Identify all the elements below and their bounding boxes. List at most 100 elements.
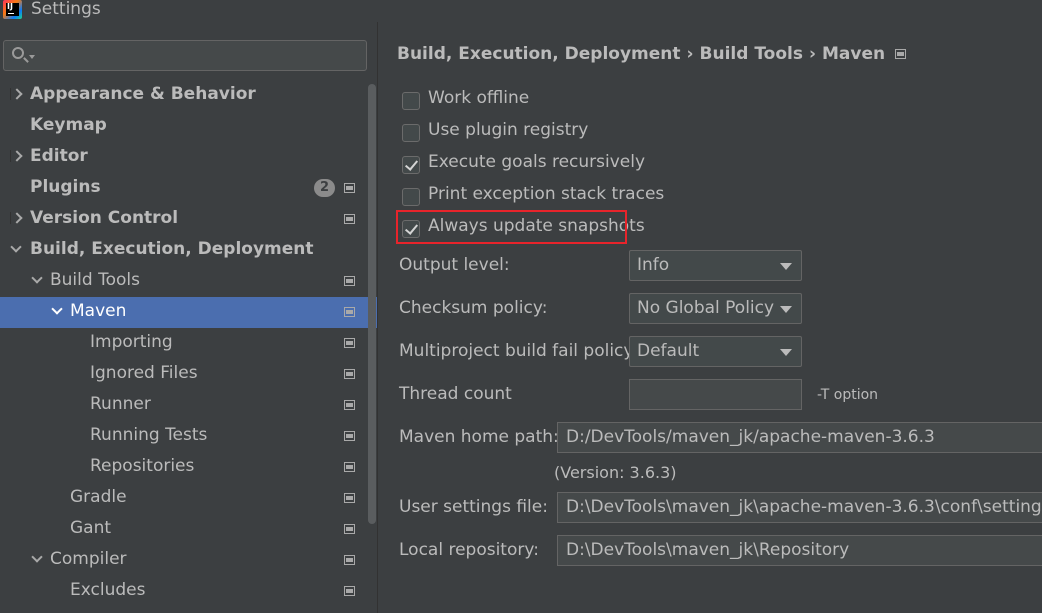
tree-item-label: Gant — [70, 518, 112, 538]
chevron-down-icon[interactable] — [31, 274, 43, 286]
project-scope-icon — [895, 49, 907, 59]
tree-item-repositories[interactable]: Repositories — [0, 452, 377, 483]
output-level-value: Info — [637, 255, 670, 275]
project-scope-icon — [344, 338, 355, 348]
tree-item-label: Build, Execution, Deployment — [30, 239, 314, 259]
breadcrumb-separator: › — [809, 44, 817, 64]
tree-item-label: Excludes — [70, 580, 146, 600]
tree-item-keymap[interactable]: Keymap — [0, 111, 377, 142]
tree-item-gant[interactable]: Gant — [0, 514, 377, 545]
output-level-select[interactable]: Info — [629, 250, 802, 281]
settings-sidebar: Appearance & Behavior Keymap Editor Plugins… — [0, 22, 377, 613]
output-level-label: Output level: — [399, 255, 510, 275]
user-settings-input[interactable]: D:\DevTools\maven_jk\apache-maven-3.6.3\… — [557, 492, 1042, 523]
maven-settings-panel: Build, Execution, Deployment › Build Tools… — [377, 22, 1042, 613]
tree-item-running-tests[interactable]: Running Tests — [0, 421, 377, 452]
annotation-highlight-box — [396, 210, 627, 244]
project-scope-icon — [344, 183, 355, 193]
tree-item-build-execution-deployment[interactable]: Build, Execution, Deployment — [0, 235, 377, 266]
tree-item-label: Running Tests — [90, 425, 208, 445]
user-settings-label: User settings file: — [399, 497, 548, 517]
tree-item-excludes[interactable]: Excludes — [0, 576, 377, 607]
work-offline-label: Work offline — [428, 88, 530, 108]
fail-policy-value: Default — [637, 341, 700, 361]
chevron-down-icon — [780, 349, 792, 356]
goals-recursive-checkbox[interactable] — [402, 156, 420, 174]
tree-item-appearance-behavior[interactable]: Appearance & Behavior — [0, 80, 377, 111]
thread-count-hint: -T option — [817, 387, 879, 403]
project-scope-icon — [344, 369, 355, 379]
project-scope-icon — [344, 524, 355, 534]
tree-item-label: Maven — [70, 301, 127, 321]
plugin-registry-label: Use plugin registry — [428, 120, 589, 140]
search-history-dropdown-icon[interactable] — [29, 55, 35, 59]
plugin-registry-checkbox[interactable] — [402, 124, 420, 142]
tree-item-label: Keymap — [30, 115, 107, 135]
tree-item-build-tools[interactable]: Build Tools — [0, 266, 377, 297]
chevron-down-icon[interactable] — [10, 243, 22, 255]
project-scope-icon — [344, 555, 355, 565]
thread-count-input[interactable] — [629, 379, 802, 410]
breadcrumb-build-execution: Build, Execution, Deployment — [397, 44, 681, 64]
fail-policy-label: Multiproject build fail policy: — [399, 341, 638, 361]
chevron-down-icon — [780, 306, 792, 313]
tree-item-label: Ignored Files — [90, 363, 198, 383]
maven-home-label: Maven home path: — [399, 427, 559, 447]
tree-item-label: Importing — [90, 332, 173, 352]
goals-recursive-label: Execute goals recursively — [428, 152, 646, 172]
print-exceptions-label: Print exception stack traces — [428, 184, 665, 204]
sidebar-scrollbar[interactable] — [368, 84, 376, 524]
project-scope-icon — [344, 400, 355, 410]
tree-item-importing[interactable]: Importing — [0, 328, 377, 359]
project-scope-icon — [344, 493, 355, 503]
chevron-down-icon[interactable] — [51, 305, 63, 317]
intellij-logo-icon: IJ — [3, 0, 22, 19]
print-exceptions-checkbox[interactable] — [402, 188, 420, 206]
tree-item-label: Version Control — [30, 208, 179, 228]
work-offline-checkbox[interactable] — [402, 92, 420, 110]
chevron-right-icon[interactable] — [10, 212, 22, 224]
checksum-policy-value: No Global Policy — [637, 298, 775, 318]
breadcrumb-build-tools: Build Tools — [699, 44, 803, 64]
tree-item-ignored-files[interactable]: Ignored Files — [0, 359, 377, 390]
tree-item-label: Build Tools — [50, 270, 140, 290]
project-scope-icon — [344, 276, 355, 286]
local-repository-input[interactable]: D:\DevTools\maven_jk\Repository — [557, 535, 1042, 566]
breadcrumb: Build, Execution, Deployment › Build Tools… — [397, 44, 907, 64]
project-scope-icon — [344, 214, 355, 224]
breadcrumb-separator: › — [686, 44, 694, 64]
project-scope-icon — [344, 431, 355, 441]
chevron-right-icon[interactable] — [10, 150, 22, 162]
tree-item-label: Editor — [30, 146, 88, 166]
tree-item-compiler[interactable]: Compiler — [0, 545, 377, 576]
chevron-down-icon — [780, 263, 792, 270]
chevron-down-icon[interactable] — [31, 553, 43, 565]
tree-item-label: Plugins — [30, 177, 101, 197]
tree-item-maven[interactable]: Maven — [0, 297, 377, 328]
user-settings-value: D:\DevTools\maven_jk\apache-maven-3.6.3\… — [566, 497, 1042, 517]
tree-item-version-control[interactable]: Version Control — [0, 204, 377, 235]
settings-search-input[interactable] — [3, 40, 367, 71]
tree-item-label: Compiler — [50, 549, 127, 569]
plugin-updates-badge: 2 — [314, 179, 335, 197]
tree-item-label: Repositories — [90, 456, 195, 476]
project-scope-icon — [344, 462, 355, 472]
search-icon — [12, 47, 24, 59]
project-scope-icon — [344, 307, 355, 317]
local-repository-value: D:\DevTools\maven_jk\Repository — [566, 540, 850, 560]
tree-item-runner[interactable]: Runner — [0, 390, 377, 421]
maven-home-input[interactable]: D:/DevTools/maven_jk/apache-maven-3.6.3 — [557, 422, 1042, 453]
chevron-right-icon[interactable] — [10, 88, 22, 100]
tree-item-label: Runner — [90, 394, 151, 414]
thread-count-label: Thread count — [399, 384, 512, 404]
maven-home-value: D:/DevTools/maven_jk/apache-maven-3.6.3 — [566, 427, 935, 447]
tree-item-label: Gradle — [70, 487, 127, 507]
fail-policy-select[interactable]: Default — [629, 336, 802, 367]
checksum-policy-select[interactable]: No Global Policy — [629, 293, 802, 324]
maven-version-text: (Version: 3.6.3) — [554, 463, 677, 482]
tree-item-gradle[interactable]: Gradle — [0, 483, 377, 514]
tree-item-editor[interactable]: Editor — [0, 142, 377, 173]
tree-item-plugins[interactable]: Plugins 2 — [0, 173, 377, 204]
title-bar: IJ Settings — [0, 0, 1042, 22]
settings-tree: Appearance & Behavior Keymap Editor Plugins… — [0, 80, 377, 607]
